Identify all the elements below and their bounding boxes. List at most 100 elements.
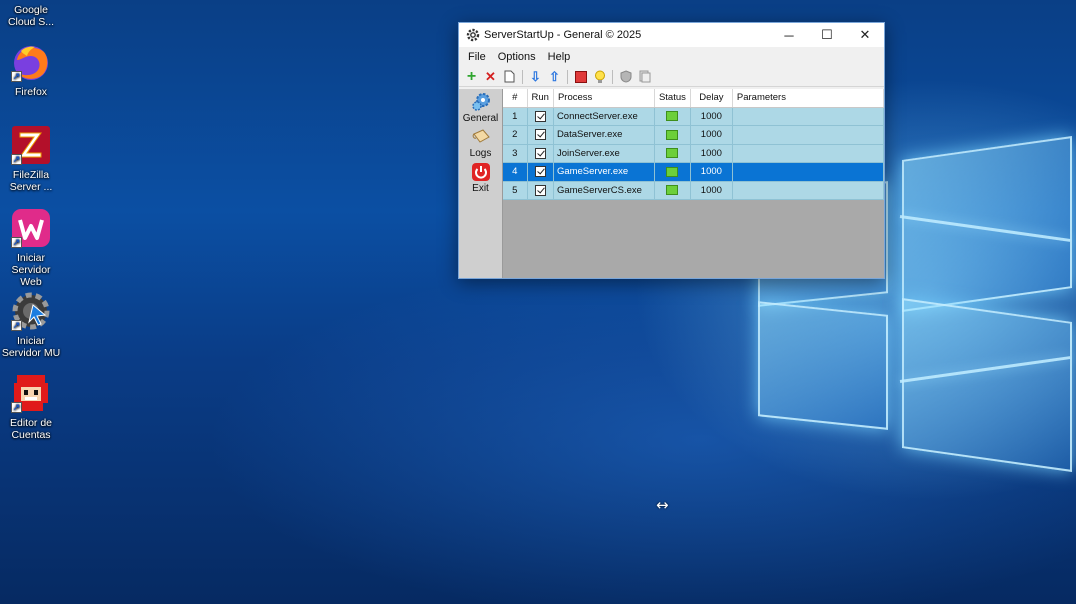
process-grid: # Run Process Status Delay Parameters 1 … <box>503 89 884 278</box>
column-header-parameters[interactable]: Parameters <box>732 89 884 108</box>
process-name: JoinServer.exe <box>553 144 655 163</box>
process-name: GameServerCS.exe <box>553 181 655 200</box>
row-number: 3 <box>503 144 528 163</box>
column-header-delay[interactable]: Delay <box>690 89 733 108</box>
windows-logo-pane-top-right <box>902 136 1072 312</box>
desktop-icon-filezilla[interactable]: ↗ FileZilla Server ... <box>0 125 62 193</box>
row-number: 1 <box>503 107 528 126</box>
desktop-icon-label: Firefox <box>14 86 48 98</box>
delay-value: 1000 <box>690 125 733 145</box>
process-table: # Run Process Status Delay Parameters 1 … <box>503 89 884 200</box>
window-body: General Logs Exit # Run Process Status D… <box>459 89 884 278</box>
toolbar-separator <box>522 69 523 84</box>
run-checkbox[interactable] <box>534 147 546 159</box>
run-checkbox-cell <box>527 162 554 182</box>
status-indicator-icon <box>666 111 679 122</box>
column-header-process[interactable]: Process <box>553 89 655 108</box>
toolbar: + ✕ ⇩ ⇧ <box>459 67 884 87</box>
status-cell <box>654 162 691 182</box>
row-number: 5 <box>503 181 528 200</box>
column-header-number[interactable]: # <box>503 89 528 108</box>
delay-value: 1000 <box>690 162 733 182</box>
gears-icon <box>471 92 491 112</box>
copy-icon[interactable] <box>637 69 652 84</box>
menu-help[interactable]: Help <box>542 51 577 63</box>
shortcut-arrow-icon: ↗ <box>11 154 22 165</box>
resize-cursor-icon: ↔ <box>656 496 669 514</box>
desktop-icon-web-server[interactable]: ↗ Iniciar Servidor Web <box>0 208 62 288</box>
table-row[interactable]: 5 GameServerCS.exe 1000 <box>503 181 884 200</box>
add-icon[interactable]: + <box>464 69 479 85</box>
desktop-icon-account-editor[interactable]: ↗ Editor de Cuentas <box>0 373 62 441</box>
run-checkbox[interactable] <box>534 129 546 141</box>
bulb-icon[interactable] <box>592 69 607 84</box>
web-server-icon: ↗ <box>11 208 51 248</box>
windows-logo-pane-bottom-left <box>758 301 888 430</box>
run-checkbox[interactable] <box>534 166 546 178</box>
stop-icon[interactable] <box>573 69 588 84</box>
parameters-value[interactable] <box>732 162 884 182</box>
desktop-icon-label: Iniciar Servidor MU <box>1 335 61 359</box>
column-header-run[interactable]: Run <box>527 89 554 108</box>
run-checkbox-cell <box>527 125 554 145</box>
run-checkbox[interactable] <box>534 184 546 196</box>
run-checkbox-cell <box>527 144 554 163</box>
shield-icon[interactable] <box>618 69 633 84</box>
row-number: 4 <box>503 162 528 182</box>
sidebar: General Logs Exit <box>459 89 503 278</box>
sidebar-item-logs[interactable]: Logs <box>459 127 502 159</box>
sidebar-label: Logs <box>469 148 492 159</box>
move-up-icon[interactable]: ⇧ <box>547 69 562 84</box>
account-editor-icon: ↗ <box>11 373 51 413</box>
shortcut-arrow-icon: ↗ <box>11 402 22 413</box>
desktop-icon-google-cloud[interactable]: Google Cloud S... <box>0 0 62 28</box>
table-header-row: # Run Process Status Delay Parameters <box>503 89 884 108</box>
scroll-icon <box>471 127 491 147</box>
move-down-icon[interactable]: ⇩ <box>528 69 543 84</box>
firefox-icon: ↗ <box>11 42 51 82</box>
status-indicator-icon <box>666 148 679 159</box>
gear-icon <box>466 28 480 42</box>
desktop-icon-firefox[interactable]: ↗ Firefox <box>0 42 62 98</box>
shortcut-arrow-icon: ↗ <box>11 71 22 82</box>
status-cell <box>654 107 691 126</box>
parameters-value[interactable] <box>732 144 884 163</box>
power-icon <box>471 162 491 182</box>
parameters-value[interactable] <box>732 181 884 200</box>
column-header-status[interactable]: Status <box>654 89 691 108</box>
sidebar-item-general[interactable]: General <box>459 92 502 124</box>
maximize-button[interactable]: ☐ <box>808 23 846 47</box>
minimize-button[interactable]: ─ <box>770 23 808 47</box>
google-cloud-sdk-icon <box>11 0 51 2</box>
shortcut-arrow-icon: ↗ <box>11 320 22 331</box>
shortcut-arrow-icon: ↗ <box>11 237 22 248</box>
parameters-value[interactable] <box>732 107 884 126</box>
menu-file[interactable]: File <box>462 51 492 63</box>
desktop-icon-mu-server[interactable]: ↗ Iniciar Servidor MU <box>0 291 62 359</box>
run-checkbox-cell <box>527 107 554 126</box>
filezilla-icon: ↗ <box>11 125 51 165</box>
delete-icon[interactable]: ✕ <box>483 69 498 84</box>
table-row[interactable]: 3 JoinServer.exe 1000 <box>503 144 884 163</box>
status-indicator-icon <box>666 129 679 140</box>
run-checkbox[interactable] <box>534 110 546 122</box>
sidebar-item-exit[interactable]: Exit <box>459 162 502 194</box>
delay-value: 1000 <box>690 107 733 126</box>
toolbar-separator <box>567 69 568 84</box>
windows-logo-pane-bottom-right <box>902 298 1072 472</box>
menu-options[interactable]: Options <box>492 51 542 63</box>
delay-value: 1000 <box>690 144 733 163</box>
desktop-icon-label: Editor de Cuentas <box>9 417 53 441</box>
delay-value: 1000 <box>690 181 733 200</box>
table-row-selected[interactable]: 4 GameServer.exe 1000 <box>503 162 884 182</box>
serverstartup-window: ServerStartUp - General © 2025 ─ ☐ ✕ Fil… <box>458 22 885 279</box>
desktop-icon-label: Iniciar Servidor Web <box>11 252 51 288</box>
table-row[interactable]: 2 DataServer.exe 1000 <box>503 125 884 145</box>
close-button[interactable]: ✕ <box>846 23 884 47</box>
table-row[interactable]: 1 ConnectServer.exe 1000 <box>503 107 884 126</box>
process-name: ConnectServer.exe <box>553 107 655 126</box>
status-cell <box>654 144 691 163</box>
new-document-icon[interactable] <box>502 69 517 84</box>
title-bar[interactable]: ServerStartUp - General © 2025 ─ ☐ ✕ <box>459 23 884 47</box>
parameters-value[interactable] <box>732 125 884 145</box>
